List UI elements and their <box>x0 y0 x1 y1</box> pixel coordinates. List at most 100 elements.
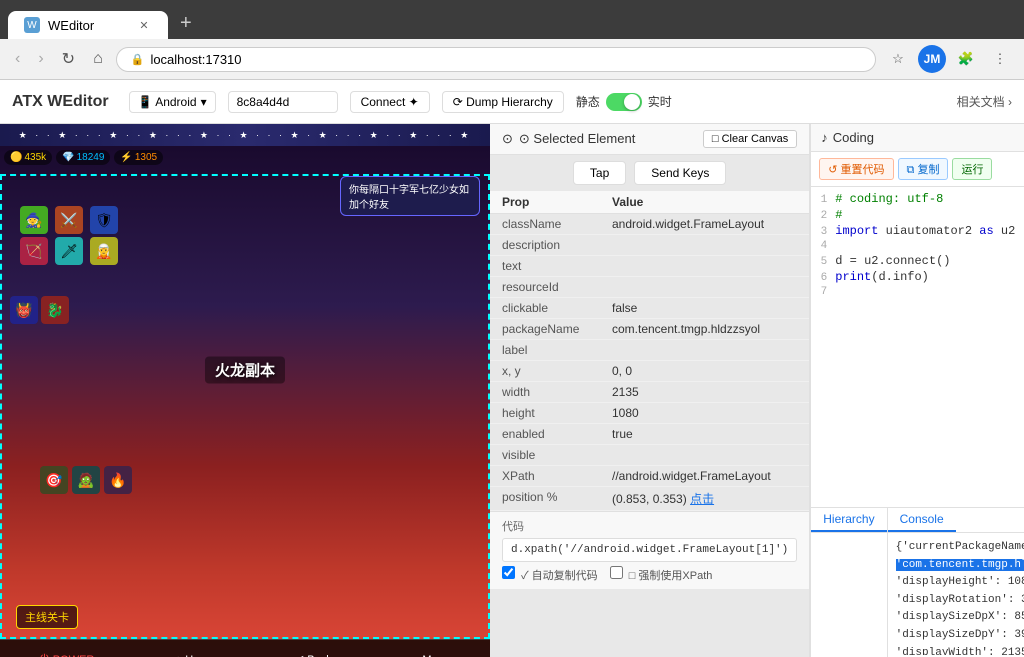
menu-icon[interactable]: ⋮ <box>986 45 1014 73</box>
auto-copy-label[interactable]: ✓ 自动复制代码 <box>502 566 598 583</box>
new-tab-button[interactable]: + <box>172 8 200 39</box>
checkbox-row: ✓ 自动复制代码 □ 强制使用XPath <box>502 566 797 583</box>
app-header: ATX WEditor 📱 Android ▾ Connect ✦ ⟳ Dump… <box>0 80 1024 124</box>
force-xpath-checkbox[interactable] <box>610 566 623 579</box>
props-scroll: Prop Value classNameandroid.widget.Frame… <box>490 191 809 511</box>
code-line: 5d = u2.connect() <box>811 253 1024 269</box>
char-6[interactable]: 🧝 <box>90 237 118 265</box>
table-row: classNameandroid.widget.FrameLayout <box>490 214 809 235</box>
game-label: 火龙副本 <box>205 356 285 383</box>
browser-tabs: W WEditor ✕ + <box>8 8 1016 39</box>
table-row: label <box>490 340 809 361</box>
serial-input[interactable] <box>228 91 338 113</box>
connect-label: Connect ✦ <box>361 95 419 109</box>
value-cell <box>600 235 809 256</box>
table-row: enabledtrue <box>490 424 809 445</box>
char-2[interactable]: ⚔️ <box>55 206 83 234</box>
rerun-button[interactable]: ↺ 重置代码 <box>819 158 893 180</box>
mode-toggle[interactable] <box>606 93 642 111</box>
refresh-button[interactable]: ↻ <box>57 47 80 71</box>
tab-console[interactable]: Console <box>888 508 956 532</box>
address-input[interactable] <box>150 52 861 67</box>
home-button[interactable]: ⌂ Home <box>167 650 223 657</box>
table-row: position %(0.853, 0.353) 点击 <box>490 487 809 511</box>
prop-cell: className <box>490 214 600 235</box>
line-content: print(d.info) <box>835 270 929 284</box>
code-box[interactable]: d.xpath('//android.widget.FrameLayout[1]… <box>502 538 797 562</box>
browser-tab[interactable]: W WEditor ✕ <box>8 11 168 39</box>
back-label: Back <box>307 654 331 657</box>
force-xpath-label[interactable]: □ 强制使用XPath <box>610 566 713 583</box>
selected-element-icon: ⊙ <box>502 131 513 147</box>
char-8[interactable]: 🐉 <box>41 296 69 324</box>
prop-cell: description <box>490 235 600 256</box>
value-cell <box>600 256 809 277</box>
auto-copy-checkbox[interactable] <box>502 566 515 579</box>
char-10[interactable]: 🧟 <box>72 466 100 494</box>
panel-title: ⊙ ⊙ Selected Element <box>502 131 635 147</box>
connect-button[interactable]: Connect ✦ <box>350 91 430 113</box>
chars-row2: 👹 🐉 <box>10 296 69 324</box>
hierarchy-tabs: Hierarchy <box>811 508 886 533</box>
profile-icon[interactable]: JM <box>918 45 946 73</box>
tap-button[interactable]: Tap <box>573 161 626 185</box>
home-button[interactable]: ⌂ <box>88 48 108 70</box>
char-3[interactable]: 🛡 <box>90 206 118 234</box>
dump-hierarchy-button[interactable]: ⟳ Dump Hierarchy <box>442 91 564 113</box>
power-icon: ⏻ <box>40 653 49 657</box>
main-content: ★ · · ★ · · · ★ · · ★ · · · ★ · · ★ · · … <box>0 124 1024 657</box>
device-screen[interactable]: ★ · · ★ · · · ★ · · ★ · · · ★ · · ★ · · … <box>0 124 490 657</box>
prop-column-header: Prop <box>490 191 600 214</box>
home-icon: ⌂ <box>175 654 182 657</box>
char-4[interactable]: 🏹 <box>20 237 48 265</box>
star-icon[interactable]: ☆ <box>884 45 912 73</box>
line-number: 1 <box>811 194 835 206</box>
char-11[interactable]: 🔥 <box>104 466 132 494</box>
back-button[interactable]: ‹ <box>10 48 25 70</box>
value-cell: (0.853, 0.353) 点击 <box>600 487 809 511</box>
console-content: {'currentPackageName': 'com.tencent.tmgp… <box>888 533 1024 655</box>
coding-panel: ♪ Coding ↺ 重置代码 ⧉ 复制 运行 1# coding: utf-8… <box>810 124 1024 657</box>
coding-title: Coding <box>833 130 874 145</box>
console-pane: Console {'currentPackageName': 'com.tenc… <box>888 508 1024 657</box>
menu-button[interactable]: ≡ Menu <box>404 650 458 657</box>
chars-row3: 🎯 🧟 🔥 <box>40 466 132 494</box>
char-7[interactable]: 👹 <box>10 296 38 324</box>
game-bottom-bar: ⏻ POWER ⌂ Home ◁ Back ≡ Menu <box>0 639 490 657</box>
power-button[interactable]: ⏻ POWER <box>32 649 102 657</box>
char-5[interactable]: 🗡 <box>55 237 83 265</box>
stars-decoration: ★ · · ★ · · · ★ · · ★ · · · ★ · · ★ · · … <box>0 124 490 146</box>
line-number: 7 <box>811 286 835 298</box>
run-button[interactable]: 运行 <box>952 158 992 180</box>
tab-close-button[interactable]: ✕ <box>136 17 152 33</box>
line-number: 2 <box>811 210 835 222</box>
chat-bubble: 你每隔口十字军七亿少女如加个好友 <box>340 176 480 216</box>
value-cell <box>600 445 809 466</box>
extensions-icon[interactable]: 🧩 <box>952 45 980 73</box>
code-editor[interactable]: 1# coding: utf-82#3import uiautomator2 a… <box>811 187 1024 507</box>
value-cell <box>600 277 809 298</box>
main-quest-label: 主线关卡 <box>16 605 78 629</box>
android-label: 📱 Android <box>138 95 197 109</box>
prop-cell: height <box>490 403 600 424</box>
coding-toolbar: ↺ 重置代码 ⧉ 复制 运行 <box>811 152 1024 187</box>
device-select[interactable]: 📱 Android ▾ <box>129 91 216 113</box>
copy-button[interactable]: ⧉ 复制 <box>898 158 949 180</box>
prop-cell: position % <box>490 487 600 511</box>
char-1[interactable]: 🧙 <box>20 206 48 234</box>
send-keys-button[interactable]: Send Keys <box>634 161 726 185</box>
lock-icon: 🔒 <box>131 53 145 66</box>
back-button[interactable]: ◁ Back <box>287 649 340 657</box>
forward-button[interactable]: › <box>33 48 48 70</box>
doc-link[interactable]: 相关文档 › <box>957 93 1012 110</box>
char-9[interactable]: 🎯 <box>40 466 68 494</box>
clear-canvas-button[interactable]: □ Clear Canvas <box>703 130 797 148</box>
table-row: text <box>490 256 809 277</box>
address-bar[interactable]: 🔒 <box>116 47 876 72</box>
code-label: 代码 <box>502 518 797 534</box>
game-screen[interactable]: 🟡 435k 💎 18249 ⚡ 1305 你每隔口十字军七亿少女如加个好友 火… <box>0 146 490 657</box>
prop-cell: packageName <box>490 319 600 340</box>
tab-hierarchy[interactable]: Hierarchy <box>811 508 886 532</box>
line-number: 4 <box>811 240 835 252</box>
table-row: clickablefalse <box>490 298 809 319</box>
